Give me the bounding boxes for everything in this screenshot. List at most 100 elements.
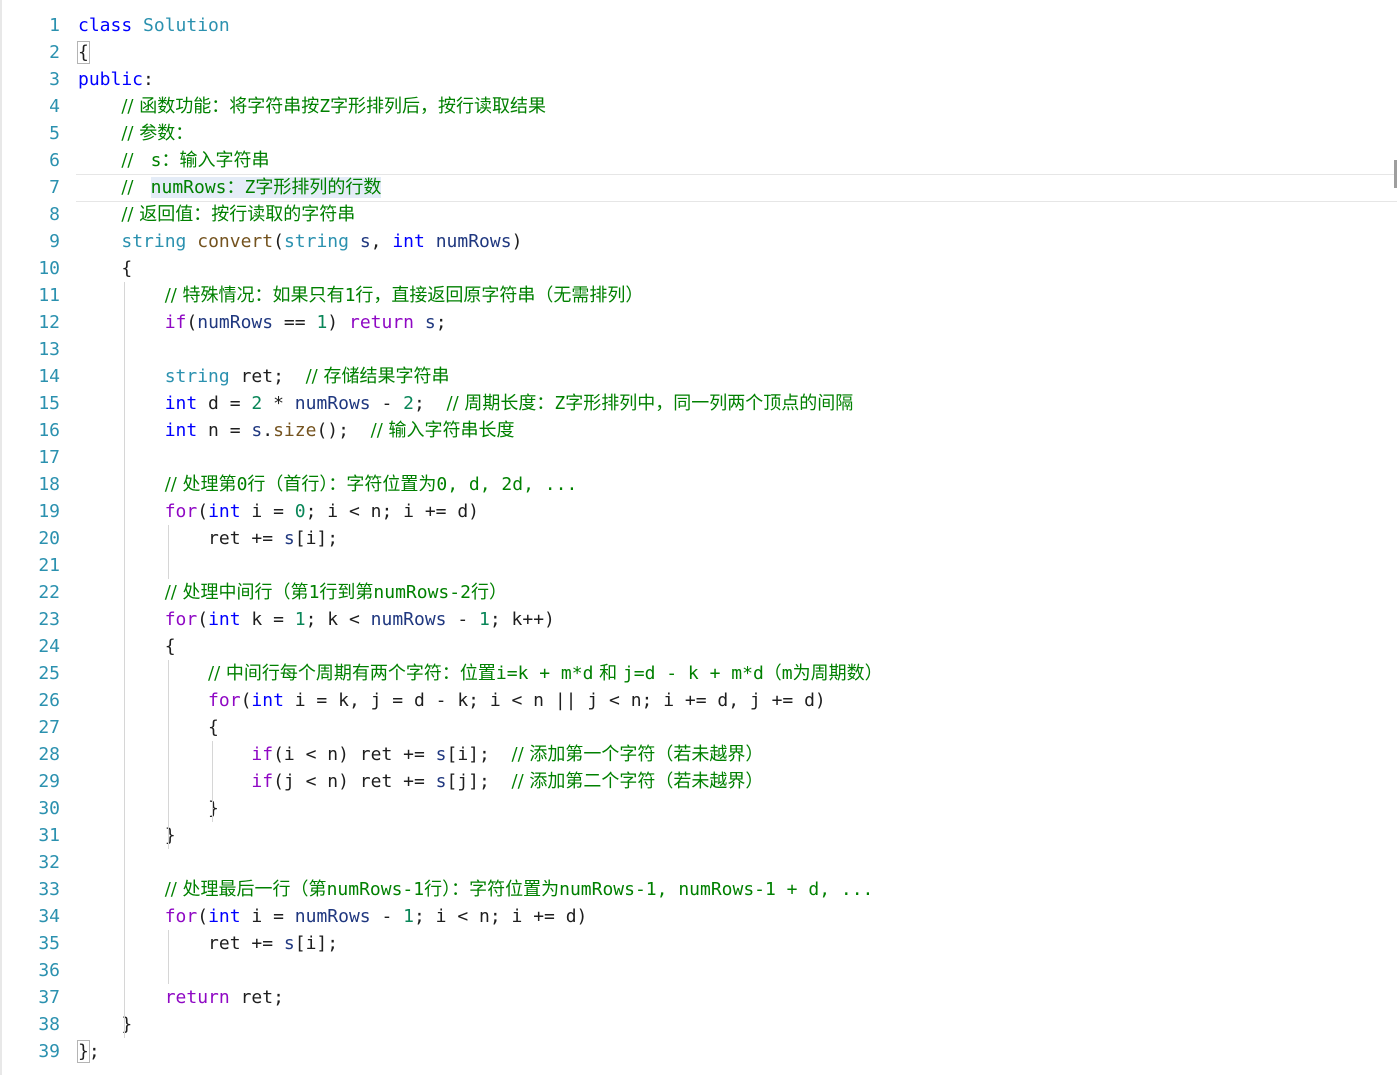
code-text[interactable]: { [78,633,176,660]
code-line[interactable]: 38 } [0,1011,1397,1038]
code-line[interactable]: 13 [0,336,1397,363]
code-line[interactable]: 4 // 函数功能：将字符串按Z字形排列后，按行读取结果 [0,93,1397,120]
line-number: 28 [38,744,60,765]
code-line[interactable]: 3 public: [0,66,1397,93]
indent-guide [124,282,125,1038]
line-number: 1 [49,15,60,36]
code-line[interactable]: 20 ret += s[i]; [0,525,1397,552]
code-line[interactable]: 9 string convert(string s, int numRows) [0,228,1397,255]
line-number: 7 [49,177,60,198]
line-number: 3 [49,69,60,90]
code-text[interactable]: // 参数： [78,120,193,147]
code-text[interactable]: // 处理最后一行（第numRows-1行）：字符位置为numRows-1, n… [78,876,874,903]
code-line[interactable]: 36 [0,957,1397,984]
code-text[interactable]: if(numRows == 1) return s; [78,309,447,336]
line-number: 15 [38,393,60,414]
code-line[interactable]: 5 // 参数： [0,120,1397,147]
code-line[interactable]: 1 class Solution [0,12,1397,39]
code-line[interactable]: 2{ [0,39,1397,66]
code-line[interactable]: 12 if(numRows == 1) return s; [0,309,1397,336]
code-line[interactable]: 31 } [0,822,1397,849]
indent-guide [168,660,169,849]
code-line[interactable]: 10 { [0,255,1397,282]
code-text[interactable]: for(int k = 1; k < numRows - 1; k++) [78,606,555,633]
code-text[interactable]: for(int i = k, j = d - k; i < n || j < n… [78,687,826,714]
code-line[interactable]: 39}; [0,1038,1397,1065]
code-text[interactable]: } [78,795,219,822]
code-text[interactable]: { [78,255,132,282]
code-line[interactable]: 28 if(i < n) ret += s[i]; // 添加第一个字符（若未越… [0,741,1397,768]
line-number: 22 [38,582,60,603]
code-text[interactable]: } [78,822,176,849]
code-line[interactable]: 6 // s：输入字符串 [0,147,1397,174]
line-number: 26 [38,690,60,711]
code-line[interactable]: 17 [0,444,1397,471]
code-line[interactable]: 32 [0,849,1397,876]
line-number: 35 [38,933,60,954]
code-line[interactable]: 35 ret += s[i]; [0,930,1397,957]
code-line[interactable]: 11 // 特殊情况：如果只有1行，直接返回原字符串（无需排列） [0,282,1397,309]
code-text[interactable]: int d = 2 * numRows - 2; // 周期长度：Z字形排列中，… [78,390,854,417]
code-line[interactable]: 21 [0,552,1397,579]
code-text[interactable]: // 函数功能：将字符串按Z字形排列后，按行读取结果 [78,93,546,120]
code-text[interactable]: int n = s.size(); // 输入字符串长度 [78,417,515,444]
indent-guide [168,525,169,579]
code-line[interactable]: 7 // numRows：Z字形排列的行数 [0,174,1397,202]
code-line[interactable]: 14 string ret; // 存储结果字符串 [0,363,1397,390]
code-text[interactable]: { [78,714,219,741]
code-text[interactable]: // 返回值：按行读取的字符串 [78,201,355,228]
code-editor[interactable]: 1 class Solution 2{ 3 public: 4 // 函数功能：将字符串按… [0,0,1397,1075]
code-line[interactable]: 33 // 处理最后一行（第numRows-1行）：字符位置为numRows-1… [0,876,1397,903]
code-line[interactable]: 29 if(j < n) ret += s[j]; // 添加第二个字符（若未越… [0,768,1397,795]
code-text[interactable]: }; [77,1038,100,1065]
line-number: 38 [38,1014,60,1035]
line-number: 20 [38,528,60,549]
line-number: 33 [38,879,60,900]
code-text[interactable]: public: [78,66,154,93]
line-number: 30 [38,798,60,819]
code-text[interactable]: return ret; [78,984,284,1011]
indent-guide [168,930,169,984]
code-line[interactable]: 25 // 中间行每个周期有两个字符：位置i=k + m*d 和 j=d - k… [0,660,1397,687]
code-text[interactable]: // 处理中间行（第1行到第numRows-2行） [78,579,507,606]
code-area[interactable]: 1 class Solution 2{ 3 public: 4 // 函数功能：将字符串按… [0,12,1397,1065]
code-text[interactable]: if(i < n) ret += s[i]; // 添加第一个字符（若未越界） [78,741,763,768]
code-line[interactable]: 18 // 处理第0行（首行）：字符位置为0, d, 2d, ... [0,471,1397,498]
line-number: 29 [38,771,60,792]
code-line[interactable]: 19 for(int i = 0; i < n; i += d) [0,498,1397,525]
code-line[interactable]: 8 // 返回值：按行读取的字符串 [0,201,1397,228]
code-line[interactable]: 30 } [0,795,1397,822]
code-text[interactable]: { [77,39,90,66]
code-text[interactable]: // numRows：Z字形排列的行数 [78,174,382,201]
code-text[interactable]: ret += s[i]; [78,930,338,957]
line-number: 32 [38,852,60,873]
code-text[interactable]: ret += s[i]; [78,525,338,552]
line-number: 16 [38,420,60,441]
code-text[interactable]: string convert(string s, int numRows) [78,228,522,255]
line-number: 18 [38,474,60,495]
code-text[interactable]: // 处理第0行（首行）：字符位置为0, d, 2d, ... [78,471,578,498]
code-line[interactable]: 15 int d = 2 * numRows - 2; // 周期长度：Z字形排… [0,390,1397,417]
code-text[interactable]: if(j < n) ret += s[j]; // 添加第二个字符（若未越界） [78,768,763,795]
code-line[interactable]: 23 for(int k = 1; k < numRows - 1; k++) [0,606,1397,633]
code-line[interactable]: 26 for(int i = k, j = d - k; i < n || j … [0,687,1397,714]
code-text[interactable]: // 中间行每个周期有两个字符：位置i=k + m*d 和 j=d - k + … [78,660,883,687]
code-line[interactable]: 37 return ret; [0,984,1397,1011]
line-number: 10 [38,258,60,279]
code-text[interactable]: for(int i = 0; i < n; i += d) [78,498,479,525]
code-line[interactable]: 34 for(int i = numRows - 1; i < n; i += … [0,903,1397,930]
code-line[interactable]: 24 { [0,633,1397,660]
code-text[interactable]: // s：输入字符串 [78,147,269,174]
line-number: 9 [49,231,60,252]
code-text[interactable]: string ret; // 存储结果字符串 [78,363,450,390]
code-line[interactable]: 22 // 处理中间行（第1行到第numRows-2行） [0,579,1397,606]
line-number: 19 [38,501,60,522]
code-line[interactable]: 16 int n = s.size(); // 输入字符串长度 [0,417,1397,444]
line-number: 36 [38,960,60,981]
code-text[interactable]: // 特殊情况：如果只有1行，直接返回原字符串（无需排列） [78,282,644,309]
line-number: 8 [49,204,60,225]
code-text[interactable]: class Solution [78,12,230,39]
code-line[interactable]: 27 { [0,714,1397,741]
code-text[interactable]: for(int i = numRows - 1; i < n; i += d) [78,903,588,930]
line-number: 6 [49,150,60,171]
